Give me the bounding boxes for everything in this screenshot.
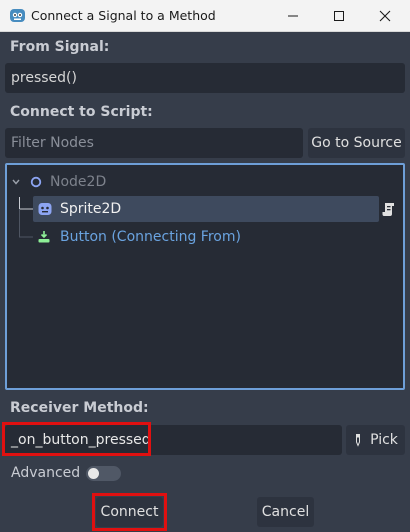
eyedropper-icon xyxy=(356,434,361,447)
godot-icon xyxy=(10,9,25,22)
sprite2d-icon xyxy=(38,203,52,215)
tree-node-label: Button (Connecting From) xyxy=(60,229,241,245)
connect-to-script-label: Connect to Script: xyxy=(10,104,153,120)
connect-button-highlight xyxy=(92,493,167,531)
window-title: Connect a Signal to a Method xyxy=(31,8,216,23)
node2d-icon xyxy=(30,176,42,188)
title-bar: Connect a Signal to a Method xyxy=(0,0,410,32)
filter-nodes-placeholder: Filter Nodes xyxy=(11,135,94,151)
close-button[interactable] xyxy=(362,0,408,32)
script-icon[interactable] xyxy=(381,201,397,217)
from-signal-label: From Signal: xyxy=(10,39,110,55)
cancel-label: Cancel xyxy=(261,504,310,520)
pick-button[interactable]: Pick xyxy=(346,425,405,455)
maximize-icon xyxy=(334,11,344,21)
go-to-source-label: Go to Source xyxy=(311,135,402,151)
tree-node-label: Node2D xyxy=(50,174,107,190)
scene-tree[interactable]: Node2D Sprite2D Button (Connecting From) xyxy=(5,163,405,390)
tree-node-content: Sprite2D xyxy=(37,196,121,222)
receiver-method-highlight xyxy=(2,422,151,456)
minimize-icon xyxy=(288,15,298,17)
button-node-icon xyxy=(38,231,50,243)
close-icon xyxy=(379,10,391,22)
receiver-method-label: Receiver Method: xyxy=(10,400,149,416)
maximize-button[interactable] xyxy=(316,0,362,32)
pick-label: Pick xyxy=(370,432,398,448)
toggle-knob xyxy=(88,468,99,479)
minimize-button[interactable] xyxy=(270,0,316,32)
advanced-toggle[interactable] xyxy=(86,466,121,481)
tree-node-sprite2d[interactable]: Sprite2D xyxy=(33,196,379,222)
tree-node-label: Sprite2D xyxy=(60,201,122,217)
from-signal-field[interactable]: pressed() xyxy=(5,63,405,93)
chevron-down-icon xyxy=(12,179,20,185)
go-to-source-button[interactable]: Go to Source xyxy=(308,128,405,158)
tree-node-node2d[interactable]: Node2D xyxy=(11,169,106,195)
advanced-label: Advanced xyxy=(11,465,81,481)
filter-nodes-input[interactable]: Filter Nodes xyxy=(5,128,303,158)
cancel-button[interactable]: Cancel xyxy=(257,497,314,527)
tree-node-button[interactable]: Button (Connecting From) xyxy=(37,224,241,250)
from-signal-value: pressed() xyxy=(11,70,77,86)
